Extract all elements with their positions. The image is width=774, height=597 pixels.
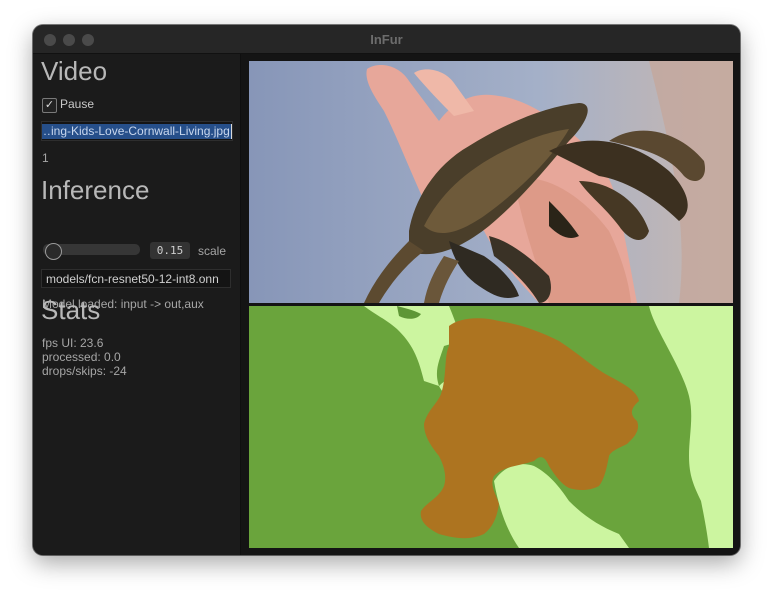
scale-slider-thumb[interactable] — [45, 243, 62, 260]
inference-heading: Inference — [41, 175, 150, 205]
pause-label[interactable]: Pause — [60, 97, 94, 111]
check-icon: ✓ — [44, 99, 55, 111]
pause-checkbox[interactable]: ✓ — [42, 98, 57, 113]
title-bar: InFur — [33, 25, 740, 54]
fps-ui-stat: fps UI: 23.6 — [42, 336, 104, 350]
image-viewer — [241, 54, 740, 555]
window-title: InFur — [370, 32, 403, 47]
model-path-input[interactable]: models/fcn-resnet50-12-int8.onn — [41, 269, 231, 288]
processed-stat: processed: 0.0 — [42, 350, 121, 364]
scale-value-field[interactable]: 0.15 — [150, 242, 190, 259]
video-heading: Video — [41, 56, 108, 86]
scale-label: scale — [198, 244, 227, 258]
drops-skips-stat: drops/skips: -24 — [42, 364, 127, 378]
video-file-input-text: …ing-Kids-Love-Cornwall-Living.jpg — [42, 124, 232, 139]
input-image — [249, 61, 733, 303]
stats-heading: Stats — [41, 295, 101, 325]
frame-counter: 1 — [42, 151, 49, 165]
segmentation-output — [249, 306, 733, 548]
app-window: InFur Video ✓ Pause …ing-Kids-Love-Cornw… — [33, 25, 740, 555]
sidebar: Video ✓ Pause …ing-Kids-Love-Cornwall-Li… — [33, 54, 241, 555]
video-file-input[interactable]: …ing-Kids-Love-Cornwall-Living.jpg — [41, 121, 233, 141]
